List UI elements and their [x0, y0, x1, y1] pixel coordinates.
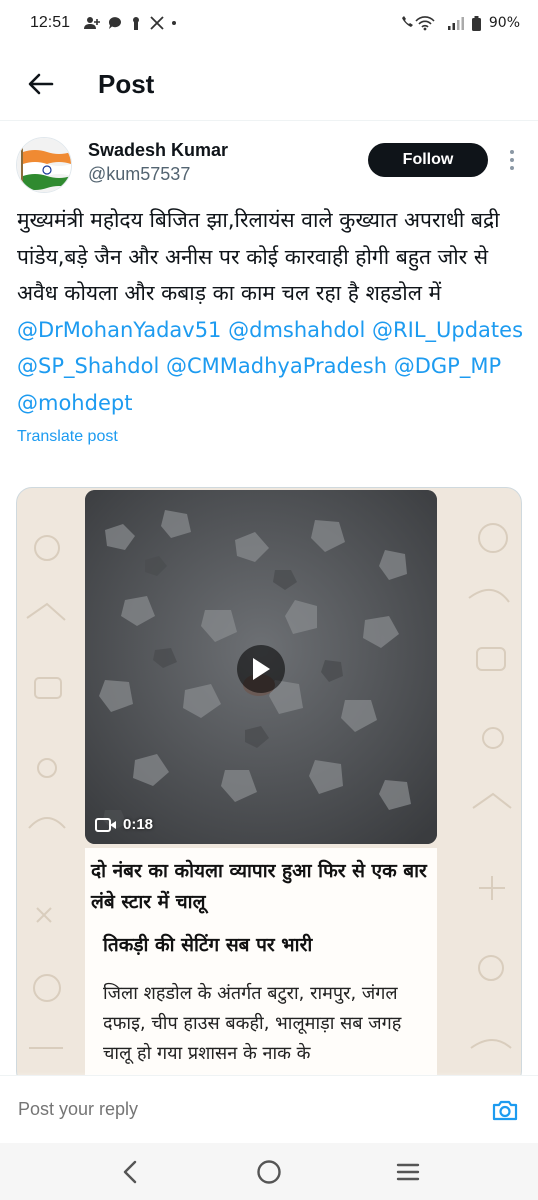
top-app-bar: Post [0, 50, 538, 118]
article-subhead: तिकड़ी की सेटिंग सब पर भारी [103, 934, 313, 956]
mention-link[interactable]: @CMMadhyaPradesh [166, 354, 387, 378]
video-duration: 0:18 [95, 816, 153, 833]
nav-recents-icon[interactable] [388, 1152, 428, 1192]
article-body: जिला शहडोल के अंतर्गत बटुरा, रामपुर, जंग… [103, 983, 402, 1064]
more-options-icon[interactable] [502, 145, 522, 175]
person-add-icon [84, 17, 101, 29]
article-headline: दो नंबर का कोयला व्यापार हुआ फिर से एक ब… [91, 860, 427, 913]
header-divider [0, 120, 538, 121]
video-camera-icon [95, 817, 116, 832]
video-player[interactable]: 0:18 [85, 490, 437, 844]
follow-button[interactable]: Follow [368, 143, 488, 177]
author-name[interactable]: Swadesh Kumar [88, 140, 228, 161]
media-card[interactable]: 0:18 दो नंबर का कोयला व्यापार हुआ फिर से… [16, 487, 522, 1087]
post-text: मुख्यमंत्री महोदय बिजित झा,रिलायंस वाले … [17, 202, 527, 421]
author-handle[interactable]: @kum57537 [88, 164, 190, 185]
battery-icon [471, 15, 481, 31]
mention-link[interactable]: @RIL_Updates [372, 318, 523, 342]
page-title: Post [98, 68, 155, 99]
mention-link[interactable]: @dmshahdol [228, 318, 365, 342]
signal-icon [447, 17, 464, 30]
battery-percent: 90% [488, 15, 520, 31]
chat-bubble-icon [109, 17, 122, 29]
play-button[interactable] [237, 645, 285, 693]
notification-icons [84, 16, 177, 30]
mention-link[interactable]: @DGP_MP [394, 354, 501, 378]
post-body-text: मुख्यमंत्री महोदय बिजित झा,रिलायंस वाले … [17, 208, 500, 305]
status-right: 90% [400, 15, 520, 31]
mention-link[interactable]: @SP_Shahdol [17, 354, 159, 378]
india-flag-avatar [17, 138, 71, 192]
mention-link[interactable]: @DrMohanYadav51 [17, 318, 221, 342]
reply-input[interactable] [18, 1099, 490, 1120]
reply-bar [0, 1075, 538, 1143]
news-article-snippet: दो नंबर का कोयला व्यापार हुआ फिर से एक ब… [85, 848, 437, 1086]
play-icon [253, 658, 270, 680]
nav-home-icon[interactable] [249, 1152, 289, 1192]
back-button[interactable] [24, 67, 58, 101]
pin-icon [133, 17, 140, 30]
avatar[interactable] [16, 137, 72, 193]
status-time: 12:51 [30, 14, 71, 31]
nav-back-icon[interactable] [110, 1152, 150, 1192]
dot-icon [172, 21, 177, 25]
status-bar: 12:51 90% [0, 0, 538, 46]
arrow-left-icon [28, 73, 54, 95]
camera-icon[interactable] [490, 1095, 520, 1125]
translate-post-link[interactable]: Translate post [17, 428, 118, 446]
duration-text: 0:18 [123, 816, 154, 833]
post-author: Swadesh Kumar @kum57537 Follow [16, 137, 522, 197]
mention-link[interactable]: @mohdept [17, 391, 132, 415]
system-nav-bar [0, 1143, 538, 1200]
x-logo-icon [150, 16, 164, 30]
wifi-call-icon [401, 16, 435, 31]
